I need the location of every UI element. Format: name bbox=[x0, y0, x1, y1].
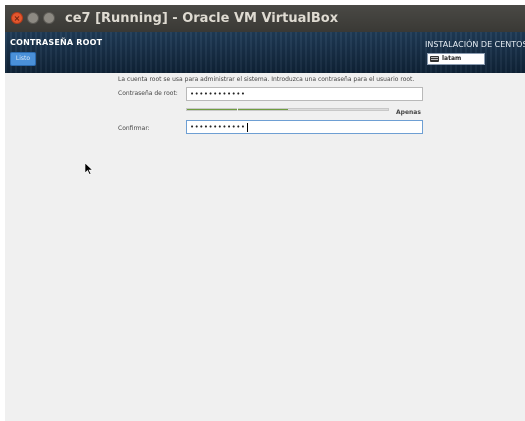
close-icon: × bbox=[13, 14, 21, 23]
password-form: La cuenta root se usa para administrar e… bbox=[5, 73, 525, 421]
confirm-label: Confirmar: bbox=[118, 125, 150, 132]
done-button[interactable]: Listo bbox=[10, 52, 36, 66]
root-password-field[interactable]: •••••••••••• bbox=[186, 87, 423, 101]
password-strength-label: Apenas bbox=[396, 109, 421, 116]
intro-text: La cuenta root se usa para administrar e… bbox=[118, 76, 415, 83]
password-label: Contraseña de root: bbox=[118, 90, 178, 97]
mouse-pointer-icon bbox=[85, 163, 93, 175]
spoke-header: CONTRASEÑA ROOT Listo INSTALACIÓN DE CEN… bbox=[5, 32, 525, 73]
installation-title: INSTALACIÓN DE CENTOS bbox=[425, 40, 525, 49]
keyboard-layout-label: latam bbox=[442, 55, 462, 62]
close-window-button[interactable]: × bbox=[11, 12, 23, 24]
text-cursor bbox=[246, 122, 248, 132]
maximize-window-button[interactable] bbox=[43, 12, 55, 24]
strength-segment-divider bbox=[237, 108, 238, 111]
minimize-window-button[interactable] bbox=[27, 12, 39, 24]
keyboard-icon bbox=[430, 56, 439, 62]
page-title: CONTRASEÑA ROOT bbox=[10, 38, 103, 47]
confirm-password-field[interactable]: •••••••••••• bbox=[186, 120, 423, 134]
confirm-password-value: •••••••••••• bbox=[190, 123, 246, 131]
virtualbox-window: × ce7 [Running] - Oracle VM VirtualBox C… bbox=[5, 5, 525, 421]
window-titlebar[interactable]: × ce7 [Running] - Oracle VM VirtualBox bbox=[5, 5, 525, 32]
password-strength-bar bbox=[186, 108, 389, 111]
keyboard-layout-indicator[interactable]: latam bbox=[427, 53, 485, 65]
window-title: ce7 [Running] - Oracle VM VirtualBox bbox=[65, 11, 339, 26]
root-password-value: •••••••••••• bbox=[190, 90, 246, 98]
